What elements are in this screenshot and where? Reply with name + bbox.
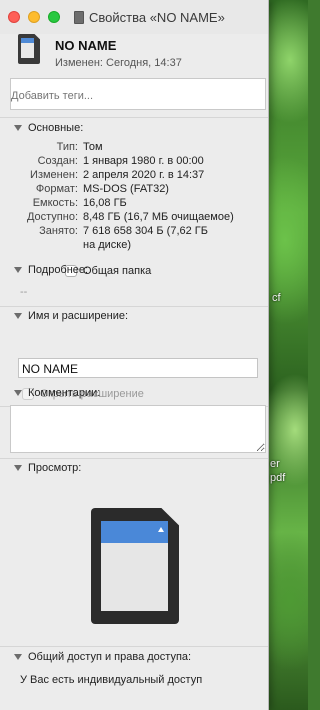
more-info-value: -- xyxy=(20,286,28,298)
info-key: Доступно: xyxy=(26,211,78,223)
zoom-icon[interactable] xyxy=(48,11,60,23)
info-key: Емкость: xyxy=(32,197,78,209)
section-name-ext-title: Имя и расширение: xyxy=(28,310,129,322)
sd-card-icon xyxy=(18,34,40,64)
shared-folder-label: Общая папка xyxy=(83,265,152,277)
window-title-text: Свойства «NO NAME» xyxy=(89,10,225,25)
volume-name: NO NAME xyxy=(55,38,117,53)
info-value: 1 января 1980 г. в 00:00 xyxy=(83,155,204,167)
disclosure-triangle-icon[interactable] xyxy=(14,390,22,396)
minimize-icon[interactable] xyxy=(28,11,40,23)
window-title: Свойства «NO NAME» xyxy=(74,10,225,25)
info-window: Свойства «NO NAME» NO NAME Изменен: Сего… xyxy=(0,0,269,710)
divider xyxy=(0,646,268,647)
window-controls xyxy=(8,11,60,23)
desktop-item-label: cf xyxy=(272,292,281,304)
section-sharing-title: Общий доступ и права доступа: xyxy=(28,651,192,663)
title-bar[interactable]: Свойства «NO NAME» xyxy=(0,0,268,34)
disclosure-triangle-icon[interactable] xyxy=(14,654,22,660)
section-preview-toggle[interactable]: Просмотр: xyxy=(14,462,81,474)
info-key: Изменен: xyxy=(30,169,78,181)
info-value: 8,48 ГБ (16,7 МБ очищаемое) xyxy=(83,211,234,223)
section-more-info-toggle[interactable]: Подробнее: xyxy=(14,264,88,276)
name-field[interactable] xyxy=(18,358,258,378)
section-sharing-toggle[interactable]: Общий доступ и права доступа: xyxy=(14,651,191,663)
sd-card-icon xyxy=(74,11,84,24)
desktop-item-label: pdf xyxy=(270,472,286,484)
section-comments-title: Комментарии: xyxy=(28,387,101,399)
tags-input[interactable] xyxy=(10,78,266,110)
desktop-item-label: er xyxy=(270,458,280,470)
disclosure-triangle-icon[interactable] xyxy=(14,125,22,131)
info-key: Создан: xyxy=(37,155,78,167)
divider xyxy=(0,458,268,459)
info-key: Занято: xyxy=(39,225,78,237)
disclosure-triangle-icon[interactable] xyxy=(14,313,22,319)
section-name-ext-toggle[interactable]: Имя и расширение: xyxy=(14,310,128,322)
info-value: 7 618 658 304 Б (7,62 ГБ xyxy=(83,225,208,237)
section-general-title: Основные: xyxy=(28,122,84,134)
disclosure-triangle-icon[interactable] xyxy=(14,267,22,273)
comments-textarea[interactable] xyxy=(10,405,266,453)
section-general-toggle[interactable]: Основные: xyxy=(14,122,83,134)
section-comments-toggle[interactable]: Комментарии: xyxy=(14,387,100,399)
info-value: MS-DOS (FAT32) xyxy=(83,183,169,195)
info-value: на диске) xyxy=(83,239,132,251)
divider xyxy=(0,117,268,118)
section-preview-title: Просмотр: xyxy=(28,462,82,474)
info-key: Формат: xyxy=(35,183,78,195)
info-value: Том xyxy=(83,141,103,153)
info-header: NO NAME Изменен: Сегодня, 14:37 xyxy=(0,34,268,74)
section-more-info-title: Подробнее: xyxy=(28,264,89,276)
info-key: Тип: xyxy=(56,141,78,153)
sd-card-preview-icon xyxy=(91,508,179,624)
sharing-text: У Вас есть индивидуальный доступ xyxy=(20,674,203,686)
disclosure-triangle-icon[interactable] xyxy=(14,465,22,471)
modified-date: Изменен: Сегодня, 14:37 xyxy=(55,57,182,69)
info-value: 16,08 ГБ xyxy=(83,197,127,209)
close-icon[interactable] xyxy=(8,11,20,23)
info-value: 2 апреля 2020 г. в 14:37 xyxy=(83,169,205,181)
divider xyxy=(0,306,268,307)
